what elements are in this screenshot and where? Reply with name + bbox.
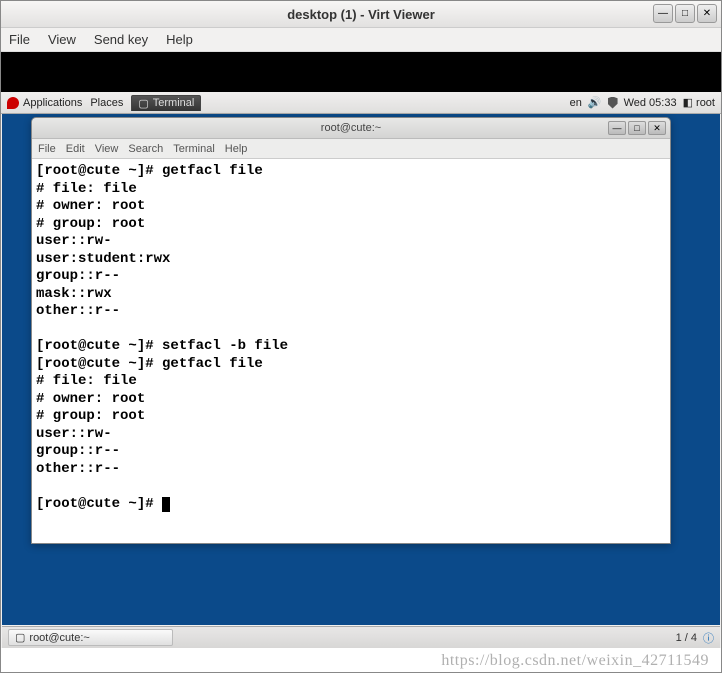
terminal-menubar: File Edit View Search Terminal Help [32,139,670,159]
virt-titlebar[interactable]: desktop (1) - Virt Viewer — □ ✕ [1,1,721,28]
virt-menu-file[interactable]: File [9,32,30,47]
terminal-cursor [162,497,170,512]
user-menu[interactable]: ◧ root [683,96,715,109]
shield-icon[interactable] [608,97,618,109]
taskbar-terminal-icon: ▢ [15,631,25,644]
terminal-minimize-button[interactable]: — [608,121,626,135]
virt-menu-help[interactable]: Help [166,32,193,47]
gnome-top-panel: Applications Places ▢ Terminal en 🔊 Wed … [1,92,721,114]
terminal-icon: ▢ [138,97,148,110]
virt-menubar: File View Send key Help [1,28,721,52]
terminal-menu-file[interactable]: File [38,143,56,155]
virt-maximize-button[interactable]: □ [675,4,695,23]
guest-desktop[interactable]: root@cute:~ — □ ✕ File Edit View Search … [2,114,720,625]
watermark-text: https://blog.csdn.net/weixin_42711549 [441,652,709,670]
pager-info-icon: ⓘ [703,630,714,646]
virt-window-controls: — □ ✕ [653,4,717,23]
terminal-menu-help[interactable]: Help [225,143,248,155]
virt-viewer-window: desktop (1) - Virt Viewer — □ ✕ File Vie… [0,0,722,673]
redhat-icon [7,97,19,109]
terminal-content[interactable]: [root@cute ~]# getfacl file # file: file… [32,159,670,543]
terminal-launcher[interactable]: ▢ Terminal [131,95,201,111]
terminal-title: root@cute:~ [321,122,381,134]
input-lang[interactable]: en [570,97,582,109]
volume-icon[interactable]: 🔊 [588,96,602,109]
terminal-menu-edit[interactable]: Edit [66,143,85,155]
taskbar-item-label: root@cute:~ [29,632,89,644]
terminal-window: root@cute:~ — □ ✕ File Edit View Search … [31,117,671,544]
panel-right: en 🔊 Wed 05:33 ◧ root [570,96,715,109]
terminal-menu-terminal[interactable]: Terminal [173,143,215,155]
clock[interactable]: Wed 05:33 [624,97,677,109]
terminal-close-button[interactable]: ✕ [648,121,666,135]
applications-label: Applications [23,97,82,109]
virt-menu-view[interactable]: View [48,32,76,47]
virt-minimize-button[interactable]: — [653,4,673,23]
taskbar-item-terminal[interactable]: ▢ root@cute:~ [8,629,173,646]
virt-menu-sendkey[interactable]: Send key [94,32,148,47]
virt-title: desktop (1) - Virt Viewer [287,7,435,22]
pager-label: 1 / 4 [676,632,697,644]
terminal-menu-view[interactable]: View [95,143,119,155]
gnome-bottom-panel: ▢ root@cute:~ 1 / 4 ⓘ [2,626,720,648]
terminal-launcher-label: Terminal [153,97,195,109]
user-label: root [696,97,715,109]
virt-close-button[interactable]: ✕ [697,4,717,23]
terminal-menu-search[interactable]: Search [128,143,163,155]
black-letterbox [1,52,721,92]
terminal-maximize-button[interactable]: □ [628,121,646,135]
terminal-window-controls: — □ ✕ [608,121,666,135]
workspace-pager[interactable]: 1 / 4 ⓘ [676,630,714,646]
places-menu[interactable]: Places [90,97,123,109]
applications-menu[interactable]: Applications [7,97,82,109]
terminal-titlebar[interactable]: root@cute:~ — □ ✕ [32,118,670,139]
panel-left: Applications Places ▢ Terminal [7,95,201,111]
